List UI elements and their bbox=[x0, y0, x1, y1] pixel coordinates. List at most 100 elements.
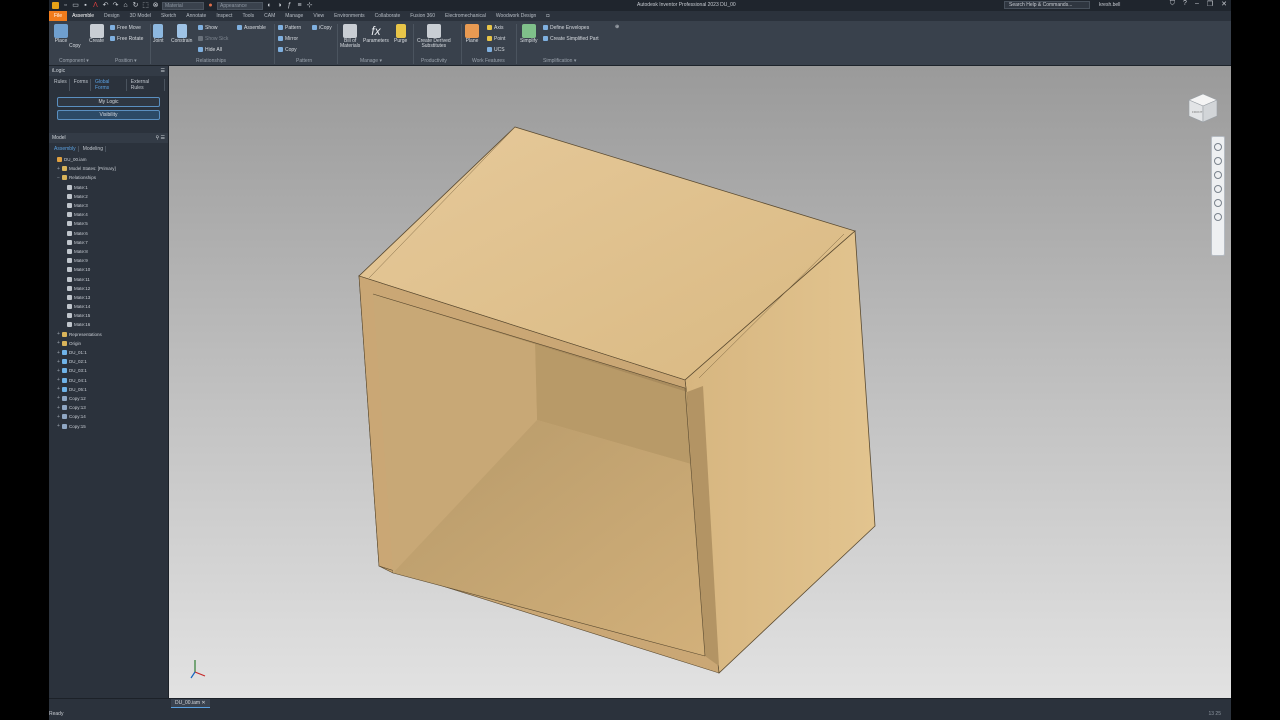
tab-woodwork-design[interactable]: Woodwork Design bbox=[491, 11, 541, 21]
minimize-button[interactable]: – bbox=[1195, 0, 1199, 8]
help-icon[interactable]: ? bbox=[1183, 0, 1187, 8]
new-icon[interactable]: ▫ bbox=[62, 2, 69, 9]
tab-cam[interactable]: CAM bbox=[259, 11, 280, 21]
open-icon[interactable]: ▭ bbox=[72, 2, 79, 9]
steering-wheel-icon[interactable] bbox=[1214, 143, 1222, 151]
tree-node[interactable]: Mate:1 bbox=[52, 183, 168, 192]
show-button[interactable]: Show bbox=[198, 25, 218, 31]
tree-node[interactable]: Mate:13 bbox=[52, 293, 168, 302]
search-input[interactable]: Search Help & Commands... bbox=[1004, 1, 1090, 9]
tree-node[interactable]: + Copy:14 bbox=[52, 412, 168, 421]
tree-node[interactable]: + DU_04:1 bbox=[52, 376, 168, 385]
parameters-button[interactable]: fx Parameters bbox=[363, 24, 389, 44]
tree-node[interactable]: Mate:9 bbox=[52, 256, 168, 265]
group-manage-label[interactable]: Manage ▾ bbox=[360, 58, 382, 64]
tab-forms[interactable]: Forms bbox=[72, 79, 91, 91]
tree-node[interactable]: Mate:7 bbox=[52, 238, 168, 247]
fx-icon[interactable]: ƒ bbox=[286, 2, 293, 9]
tree-node[interactable]: + DU_02:1 bbox=[52, 357, 168, 366]
constrain-button[interactable]: Constrain bbox=[171, 24, 192, 44]
color-icon[interactable]: ● bbox=[207, 2, 214, 9]
tab-modeling[interactable]: Modeling bbox=[81, 146, 106, 152]
tree-node[interactable]: Mate:10 bbox=[52, 265, 168, 274]
restore-button[interactable]: ❐ bbox=[1207, 0, 1213, 8]
define-envelopes-button[interactable]: Define Envelopes bbox=[543, 25, 589, 31]
purge-button[interactable]: Purge bbox=[394, 24, 407, 44]
tab-collaborate[interactable]: Collaborate bbox=[370, 11, 406, 21]
undo-icon[interactable]: ↶ bbox=[102, 2, 109, 9]
tree-node[interactable]: Mate:11 bbox=[52, 274, 168, 283]
ucs-button[interactable]: UCS bbox=[487, 47, 505, 53]
close-button[interactable]: ✕ bbox=[1221, 0, 1227, 8]
tab-annotate[interactable]: Annotate bbox=[181, 11, 211, 21]
redo-icon[interactable]: ↷ bbox=[112, 2, 119, 9]
measure-icon[interactable]: ⊹ bbox=[306, 2, 313, 9]
pattern-button[interactable]: Pattern bbox=[278, 25, 301, 31]
tab-fusion-360[interactable]: Fusion 360 bbox=[405, 11, 440, 21]
tree-node[interactable]: + DU_05:1 bbox=[52, 385, 168, 394]
look-at-icon[interactable] bbox=[1214, 199, 1222, 207]
add-panel-icon[interactable]: ⊕ bbox=[615, 24, 619, 30]
home-icon[interactable]: ⌂ bbox=[122, 2, 129, 9]
tab-assembly[interactable]: Assembly bbox=[52, 146, 79, 152]
app-menu-icon[interactable] bbox=[52, 2, 59, 9]
search-icon[interactable]: ⚲ ☰ bbox=[155, 135, 165, 141]
create-simplified-part-button[interactable]: Create Simplified Part bbox=[543, 36, 599, 42]
group-position-label[interactable]: Position ▾ bbox=[115, 58, 137, 64]
close-tab-icon[interactable]: ✕ bbox=[201, 700, 205, 706]
3d-viewport[interactable]: FRONT bbox=[169, 66, 1231, 698]
axis-button[interactable]: Axis bbox=[487, 25, 503, 31]
icopy-button[interactable]: iCopy bbox=[312, 25, 332, 31]
show-sick-button[interactable]: Show Sick bbox=[198, 36, 228, 42]
tree-node[interactable]: + Copy:13 bbox=[52, 403, 168, 412]
tree-node[interactable]: Mate:4 bbox=[52, 210, 168, 219]
create-button[interactable]: Create bbox=[89, 24, 104, 44]
tab-view[interactable]: View bbox=[308, 11, 329, 21]
tree-node[interactable]: Mate:12 bbox=[52, 284, 168, 293]
tree-node[interactable]: + DU_01:1 bbox=[52, 348, 168, 357]
close-doc-icon[interactable]: ⊗ bbox=[152, 2, 159, 9]
zoom-icon[interactable] bbox=[1214, 171, 1222, 179]
clear-icon[interactable]: ◑ bbox=[276, 2, 283, 9]
bill-of-materials-button[interactable]: Bill of Materials bbox=[340, 24, 360, 49]
tree-node[interactable]: − Relationships bbox=[52, 173, 168, 182]
pan-icon[interactable] bbox=[1214, 157, 1222, 165]
adjust-icon[interactable]: ◐ bbox=[266, 2, 273, 9]
orbit-icon[interactable] bbox=[1214, 185, 1222, 193]
tree-node[interactable]: + Model States: [Primary] bbox=[52, 164, 168, 173]
create-derived-substitutes-button[interactable]: Create Derived Substitutes bbox=[417, 24, 451, 49]
tab-rules[interactable]: Rules bbox=[52, 79, 70, 91]
tree-node[interactable]: + Origin bbox=[52, 339, 168, 348]
save-icon[interactable]: ▪ bbox=[82, 2, 89, 9]
tree-node[interactable]: + DU_03:1 bbox=[52, 366, 168, 375]
tab-design[interactable]: Design bbox=[99, 11, 125, 21]
tree-node[interactable]: Mate:3 bbox=[52, 201, 168, 210]
tree-node[interactable]: + Copy:15 bbox=[52, 421, 168, 430]
tab-assemble[interactable]: Assemble bbox=[67, 11, 100, 22]
update-icon[interactable]: ↻ bbox=[132, 2, 139, 9]
parameters-icon[interactable]: ≡ bbox=[296, 2, 303, 9]
free-move-button[interactable]: Free Move bbox=[110, 25, 141, 31]
viewcube[interactable]: FRONT bbox=[1187, 88, 1219, 126]
nav-menu-icon[interactable] bbox=[1214, 213, 1222, 221]
tab-tools[interactable]: Tools bbox=[237, 11, 259, 21]
tab-environments[interactable]: Environments bbox=[329, 11, 370, 21]
free-rotate-button[interactable]: Free Rotate bbox=[110, 36, 143, 42]
tree-node[interactable]: + Copy:12 bbox=[52, 394, 168, 403]
point-button[interactable]: Point bbox=[487, 36, 505, 42]
material-combo[interactable]: Material bbox=[162, 1, 204, 10]
visibility-button[interactable]: Visibility bbox=[57, 110, 160, 120]
tab-global-forms[interactable]: Global Forms bbox=[93, 79, 127, 91]
tree-node[interactable]: DU_00.iam bbox=[52, 155, 168, 164]
tab-inspect[interactable]: Inspect bbox=[211, 11, 237, 21]
cart-icon[interactable]: ⛉ bbox=[1170, 0, 1175, 8]
tab-external-rules[interactable]: External Rules bbox=[129, 79, 165, 91]
tab-3d-model[interactable]: 3D Model bbox=[125, 11, 156, 21]
group-simplification-label[interactable]: Simplification ▾ bbox=[543, 58, 576, 64]
tree-node[interactable]: Mate:15 bbox=[52, 311, 168, 320]
tab-electromechanical[interactable]: Electromechanical bbox=[440, 11, 491, 21]
tab-sketch[interactable]: Sketch bbox=[156, 11, 181, 21]
doc-tab-du00[interactable]: DU_00.iam ✕ bbox=[171, 699, 210, 708]
ribbon-toggle-icon[interactable]: ◘ bbox=[541, 11, 554, 21]
assemble-button[interactable]: Assemble bbox=[237, 25, 266, 31]
